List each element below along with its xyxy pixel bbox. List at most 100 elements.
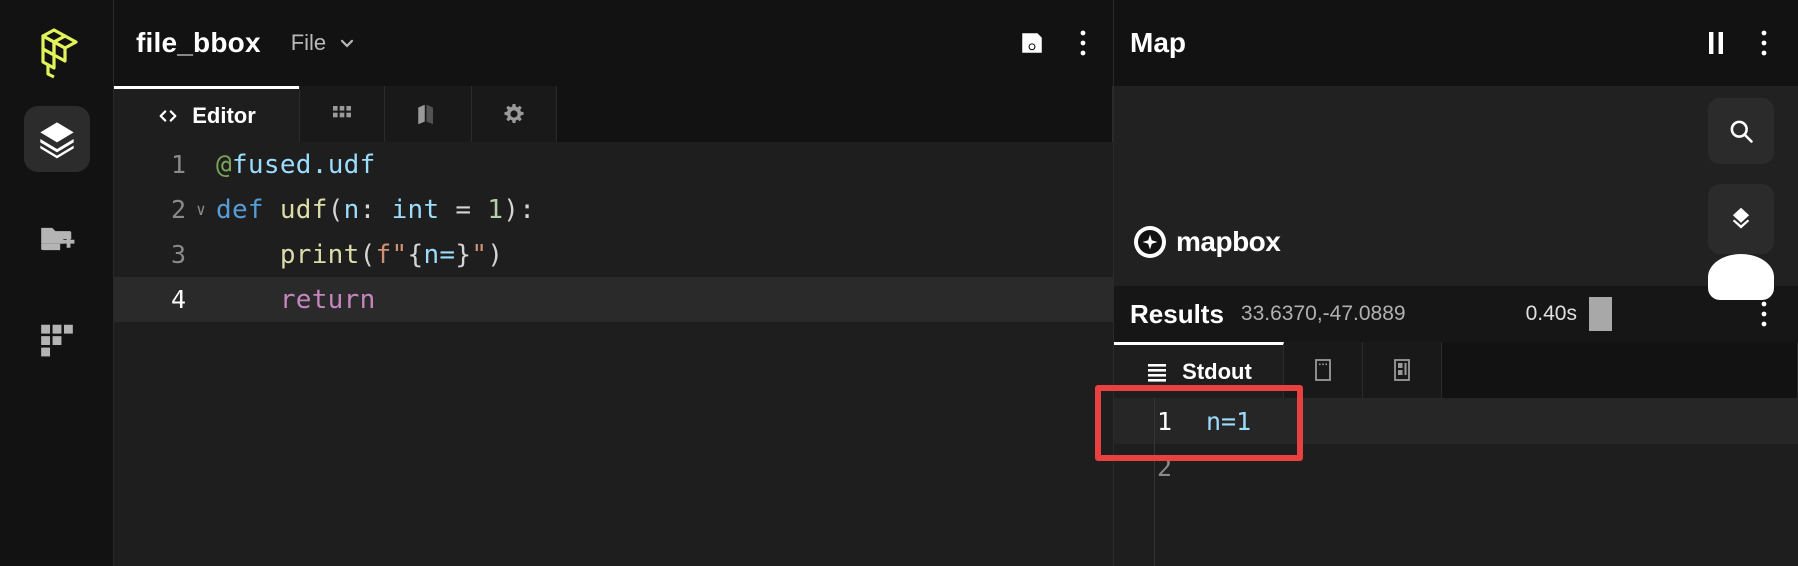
- tabstrip-filler: [556, 86, 1113, 142]
- stdout-line-number: 1: [1156, 406, 1172, 436]
- editor-more-button[interactable]: [1079, 28, 1087, 58]
- code-line: 4 return: [114, 277, 1113, 322]
- code-token-arg: n: [343, 194, 360, 225]
- code-token-close: ):: [503, 194, 536, 225]
- editor-tabstrip: Editor: [114, 86, 1113, 142]
- code-token-paren: (: [359, 239, 376, 270]
- layers-icon: [1732, 207, 1750, 229]
- code-text: @fused.udf: [216, 150, 376, 180]
- gear-icon: [504, 104, 524, 123]
- stdout-line: 2: [1114, 444, 1798, 490]
- sidebar-item-new-folder[interactable]: [24, 206, 90, 272]
- mapbox-logo-icon: [1134, 226, 1166, 258]
- file-menu-label: File: [290, 30, 327, 55]
- page-title: file_bbox: [136, 27, 261, 58]
- tab-settings[interactable]: [471, 86, 557, 142]
- code-token-module: fused.udf: [231, 149, 376, 180]
- tab-stdout[interactable]: Stdout: [1114, 342, 1284, 398]
- map-panel: Map mapbox Results 33.6370,-47.0889 0.40…: [1095, 0, 1798, 566]
- table-icon: [1315, 359, 1331, 381]
- line-number: 1: [170, 150, 186, 179]
- map-layers-button[interactable]: [1708, 184, 1774, 254]
- code-token-function: udf: [263, 194, 328, 225]
- code-editor[interactable]: 1 @fused.udf 2 ∨ def udf(n: int = 1): 3 …: [114, 142, 1113, 566]
- save-button[interactable]: [1019, 30, 1045, 56]
- left-rail: [0, 0, 114, 566]
- results-more-button[interactable]: [1760, 299, 1768, 329]
- app-root: file_bbox File Editor 1 @fused.udf 2 ∨ d…: [0, 0, 1798, 566]
- folder-plus-icon: [40, 227, 74, 251]
- code-text: print(f"{n=}"): [216, 240, 503, 270]
- code-token-brace-open: {: [407, 239, 424, 270]
- grid-blocks-icon: [40, 324, 73, 357]
- editor-panel: file_bbox File Editor 1 @fused.udf 2 ∨ d…: [114, 0, 1114, 566]
- tab-chip[interactable]: [1363, 342, 1442, 398]
- code-brackets-icon: [159, 109, 177, 122]
- stdout-line-number: 2: [1156, 452, 1172, 482]
- map-title: Map: [1130, 27, 1186, 58]
- map-more-button[interactable]: [1760, 28, 1768, 58]
- code-token-expr: n=: [423, 239, 456, 270]
- sidebar-item-catalog[interactable]: [24, 306, 90, 372]
- stdout-output[interactable]: 1 n=1 2: [1095, 385, 1798, 566]
- code-token-fstring-prefix: f": [375, 239, 408, 270]
- sidebar-item-layers[interactable]: [23, 106, 90, 172]
- results-status-swatch: [1588, 297, 1612, 331]
- line-number: 4: [170, 285, 186, 314]
- file-menu-button[interactable]: File: [291, 30, 357, 56]
- map-compass-button[interactable]: [1708, 254, 1774, 300]
- code-token-type: int: [391, 194, 440, 225]
- kebab-menu-icon: [1761, 30, 1767, 56]
- mapbox-wordmark: mapbox: [1176, 226, 1281, 257]
- fold-marker[interactable]: ∨: [186, 200, 216, 219]
- code-token-close: ): [487, 239, 504, 270]
- code-token-equals: =: [439, 194, 488, 225]
- save-floppy-icon: [1022, 33, 1042, 53]
- map-header: Map: [1114, 0, 1798, 86]
- chip-icon: [1394, 359, 1410, 381]
- results-bar: Results 33.6370,-47.0889 0.40s: [1114, 286, 1798, 342]
- code-token-print: print: [216, 239, 360, 270]
- code-token-fstring-end: ": [471, 239, 488, 270]
- code-token-decorator: @: [216, 149, 232, 180]
- chevron-down-icon: [341, 39, 354, 48]
- map-search-button[interactable]: [1708, 98, 1774, 164]
- code-line: 3 print(f"{n=}"): [114, 232, 1113, 277]
- code-line: 2 ∨ def udf(n: int = 1):: [114, 187, 1113, 232]
- layers-stack-icon: [39, 122, 74, 159]
- kebab-menu-icon: [1080, 30, 1086, 56]
- map-canvas[interactable]: mapbox: [1114, 86, 1798, 300]
- line-number: 2: [170, 195, 186, 224]
- tab-grid[interactable]: [299, 86, 385, 142]
- code-token-number: 1: [487, 194, 504, 225]
- code-token-keyword: def: [216, 194, 264, 225]
- mapbox-attribution[interactable]: mapbox: [1132, 224, 1281, 260]
- stdout-line-value: n=1: [1206, 406, 1252, 436]
- map-icon: [418, 104, 433, 125]
- tab-stdout-label: Stdout: [1182, 358, 1252, 384]
- pause-icon: [1709, 32, 1723, 54]
- kebab-menu-icon: [1761, 301, 1767, 327]
- search-icon: [1730, 120, 1753, 143]
- stdout-line: 1 n=1: [1114, 398, 1798, 444]
- list-lines-icon: [1148, 363, 1167, 382]
- stdout-gutter-divider: [1154, 398, 1155, 566]
- fused-logo-icon: [40, 28, 78, 79]
- code-token-colon: :: [359, 194, 392, 225]
- tab-table[interactable]: [1284, 342, 1363, 398]
- tab-editor[interactable]: Editor: [114, 86, 300, 142]
- results-tabstrip: Stdout: [1114, 342, 1798, 398]
- map-pause-button[interactable]: [1706, 30, 1726, 56]
- code-line: 1 @fused.udf: [114, 142, 1113, 187]
- results-title: Results: [1130, 298, 1224, 329]
- code-text: def udf(n: int = 1):: [216, 195, 535, 225]
- line-number: 3: [170, 240, 186, 269]
- editor-header: file_bbox File: [114, 0, 1113, 86]
- tab-editor-label: Editor: [192, 102, 256, 128]
- code-token-paren: (: [327, 194, 344, 225]
- results-tabstrip-filler: [1442, 342, 1798, 398]
- tab-map[interactable]: [384, 86, 472, 142]
- fused-logo[interactable]: [19, 14, 95, 90]
- results-duration: 0.40s: [1525, 302, 1577, 325]
- results-coordinates: 33.6370,-47.0889: [1240, 302, 1406, 325]
